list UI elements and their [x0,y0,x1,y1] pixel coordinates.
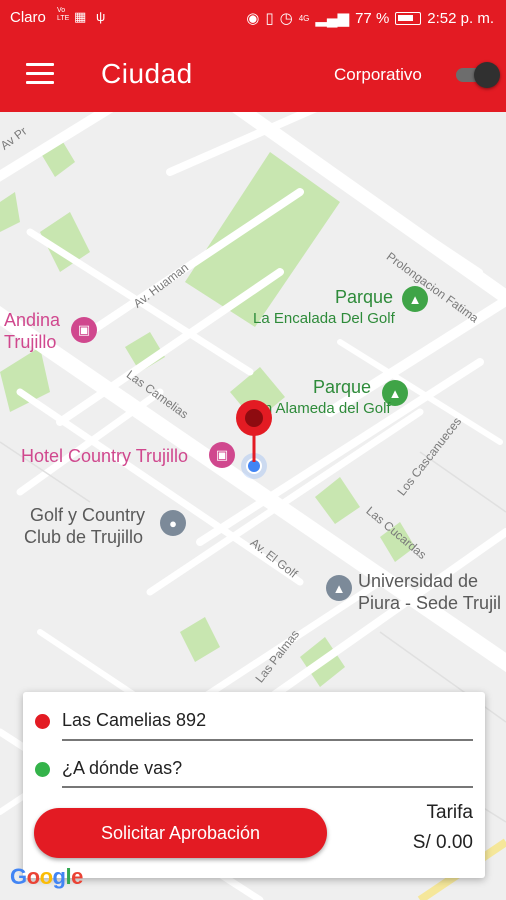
hotel-icon[interactable]: ▣ [71,317,97,343]
trip-card: Las Camelias 892 ¿A dónde vas? Solicitar… [23,692,485,878]
alarm-icon: ◷ [279,10,293,27]
app-bar: Ciudad Corporativo [0,36,506,112]
origin-field[interactable]: Las Camelias 892 [23,696,485,744]
destination-field[interactable]: ¿A dónde vas? [23,744,485,792]
fare-value: S/ 0.00 [412,832,473,853]
usb-icon: ψ [96,9,106,24]
place-icon[interactable]: ● [160,510,186,536]
fare-label: Tarifa [426,802,473,823]
corporate-toggle[interactable] [456,62,500,88]
image-icon: ▦ [74,9,87,24]
destination-dot-icon [35,762,50,777]
poi-parque-name: La Encalada Del Golf [253,310,395,327]
volte-indicator: Vo LTE [57,7,70,22]
destination-placeholder: ¿A dónde vas? [62,758,183,778]
tree-icon[interactable]: ▲ [402,286,428,312]
menu-icon[interactable] [26,63,54,85]
google-logo: Google [10,864,83,889]
school-icon[interactable]: ▲ [326,575,352,601]
location-icon: ◉ [246,10,260,27]
battery-percent: 77 % [355,9,390,27]
poi-golf-label: Golf y Country [30,505,146,525]
page-title: Ciudad [101,58,193,89]
origin-address: Las Camelias 892 [62,710,207,730]
poi-university-label-2: Piura - Sede Trujil [358,593,502,613]
poi-golf-label-2: Club de Trujillo [24,527,144,547]
signal-icon: ▂▄▆ [315,10,350,27]
destination-underline [62,786,473,788]
origin-underline [62,739,473,741]
request-approval-button[interactable]: Solicitar Aprobación [34,808,327,858]
poi-hotel-label: Hotel Country Trujillo [21,446,189,466]
clock: 2:52 p. m. [427,9,494,27]
poi-parque-title: Parque [335,287,394,307]
network-type: 4G [298,13,310,23]
status-bar: Claro Vo LTE ▦ ψ ◉ ▯ ◷ 4G ▂▄▆ 77 % 2:52 p… [0,0,506,36]
pickup-pin-icon[interactable] [234,398,274,468]
battery-icon [395,11,422,25]
poi-andina-label-2: Trujillo [4,332,57,352]
poi-university-label: Universidad de [358,571,479,591]
poi-parque-title: Parque [313,377,372,397]
origin-dot-icon [35,714,50,729]
vibrate-icon: ▯ [265,10,274,27]
hotel-icon[interactable]: ▣ [209,442,235,468]
corporate-label: Corporativo [334,65,422,84]
poi-andina-label: Andina [4,310,61,330]
status-right: ◉ ▯ ◷ 4G ▂▄▆ 77 % 2:52 p. m. [246,9,494,28]
carrier-name: Claro [10,9,46,26]
toggle-knob [474,62,500,88]
